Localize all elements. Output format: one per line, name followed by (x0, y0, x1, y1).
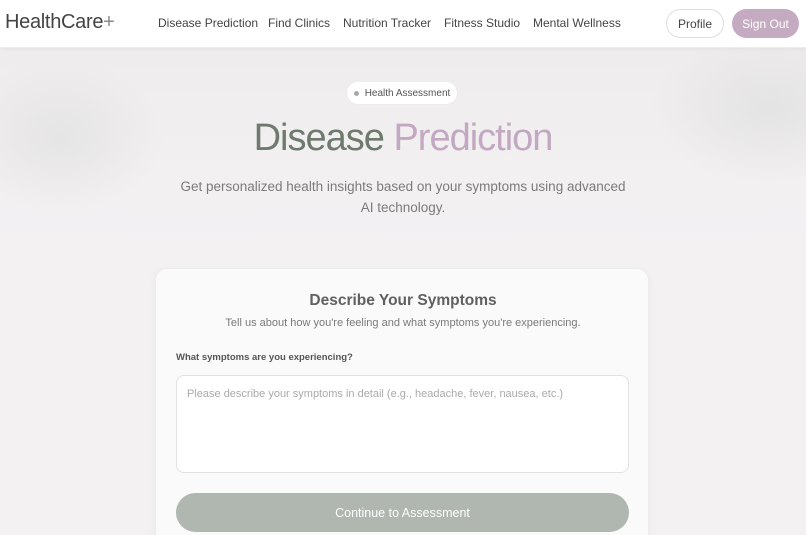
nav-link-mental-wellness[interactable]: Mental Wellness (533, 16, 621, 30)
card-title: Describe Your Symptoms (309, 292, 497, 309)
nav-link-nutrition-tracker[interactable]: Nutrition Tracker (343, 16, 431, 30)
title-main: Disease (253, 117, 385, 159)
hero-section: Health Assessment Disease Prediction Get… (0, 48, 806, 268)
badge-dot-icon (353, 90, 359, 96)
profile-button[interactable]: Profile (666, 9, 724, 38)
brand-logo[interactable]: HealthCare+ (5, 11, 115, 34)
health-assessment-badge: Health Assessment (346, 81, 458, 105)
brand-name: HealthCare (5, 11, 104, 33)
nav-link-find-clinics[interactable]: Find Clinics (268, 16, 330, 30)
sign-out-button[interactable]: Sign Out (732, 9, 799, 38)
symptoms-input[interactable] (176, 375, 629, 473)
nav-link-fitness-studio[interactable]: Fitness Studio (444, 16, 520, 30)
nav-link-disease-prediction[interactable]: Disease Prediction (158, 16, 258, 30)
card-subtitle: Tell us about how you're feeling and wha… (225, 317, 581, 329)
page-title: Disease Prediction (0, 117, 806, 160)
symptoms-field-label: What symptoms are you experiencing? (176, 352, 353, 363)
title-accent: Prediction (393, 117, 553, 159)
page-subtitle: Get personalized health insights based o… (180, 179, 626, 215)
symptoms-card: Describe Your Symptoms Tell us about how… (155, 268, 649, 535)
badge-label: Health Assessment (364, 87, 451, 99)
brand-plus: + (103, 11, 115, 33)
top-navbar: HealthCare+ Disease Prediction Find Clin… (0, 0, 806, 48)
continue-to-assessment-button[interactable]: Continue to Assessment (176, 493, 629, 532)
